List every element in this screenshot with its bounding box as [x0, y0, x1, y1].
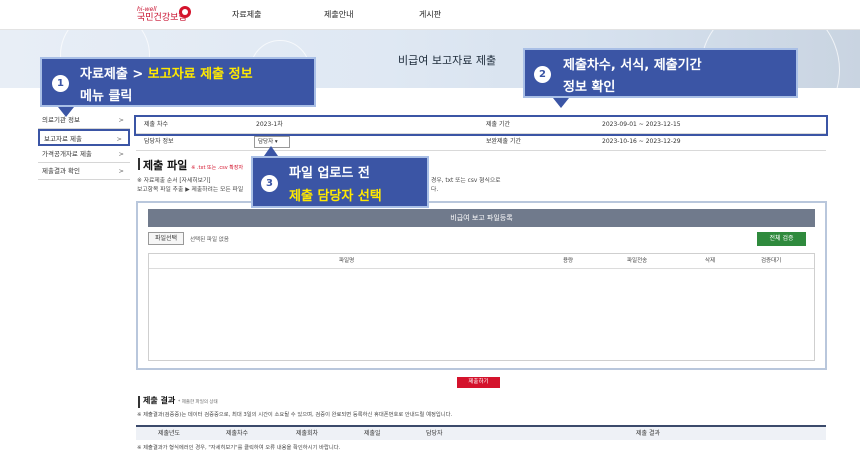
- step-number-badge: 3: [261, 175, 278, 192]
- sidebar-item-price-disclosure[interactable]: 가격공개자료 제출 >: [38, 146, 130, 163]
- column-header-transfer: 파일전송: [627, 258, 648, 264]
- info-label-manager: 담당자 정보: [144, 138, 174, 145]
- chevron-right-icon: >: [118, 116, 124, 124]
- sidebar-menu: 의료기관 정보 > 보고자료 제출 > 가격공개자료 제출 > 제출결과 확인 …: [38, 112, 130, 180]
- info-row-manager: 담당자 정보 담당자 ▾ 보완제출 기간 2023-10-16 ~ 2023-1…: [136, 134, 826, 151]
- chevron-right-icon: >: [118, 150, 124, 158]
- info-label-period: 제출 기간: [486, 121, 510, 128]
- info-value-period: 2023-09-01 ~ 2023-12-15: [602, 121, 681, 128]
- callout-line: 제출차수, 서식, 제출기간: [563, 58, 702, 73]
- result-section-note: * 제출한 파일의 상태: [178, 400, 218, 405]
- column-header-delete: 삭제: [705, 258, 716, 264]
- callout-line: 파일 업로드 전: [289, 166, 370, 181]
- submit-button[interactable]: 제출하기: [457, 377, 500, 388]
- callout-pointer: [58, 107, 74, 117]
- file-section-note: ※ .txt 또는 .csv 확장자: [191, 165, 244, 171]
- step-number-badge: 1: [52, 75, 69, 92]
- file-section-desc: ※ 자료제출 순서 [자세히보기] 보고항목 파일 추출 ▶ 제출하려는 모든 …: [137, 178, 244, 193]
- callout-line: 제출 담당자 선택: [289, 189, 382, 204]
- sidebar-item-label: 의료기관 정보: [42, 116, 80, 124]
- callout-pointer: [553, 98, 569, 108]
- logo-mark-icon: [179, 6, 191, 18]
- info-value-supplement-period: 2023-10-16 ~ 2023-12-29: [602, 138, 681, 145]
- info-value-round: 2023-1차: [256, 121, 283, 128]
- file-select-button[interactable]: 파일선택: [148, 232, 184, 245]
- table-divider: [149, 268, 814, 269]
- step-number-badge: 2: [534, 66, 551, 83]
- top-navigation-bar: hi-well 국민건강보험 자료제출 제출안내 게시판: [0, 0, 860, 30]
- column-header-verify-wait: 검증대기: [761, 258, 782, 264]
- nav-item-submission-guide[interactable]: 제출안내: [324, 9, 353, 20]
- sidebar-item-label: 보고자료 제출: [44, 135, 82, 143]
- column-header-size: 용량: [563, 258, 574, 264]
- callout-step-3: 3 파일 업로드 전 제출 담당자 선택: [251, 156, 429, 208]
- result-section-desc: ※ 제출결과(검증중)는 데이터 검증중으로, 최대 3일의 시간이 소요될 수…: [137, 412, 453, 418]
- nav-item-board[interactable]: 게시판: [419, 9, 441, 20]
- page-title: 비급여 보고자료 제출: [398, 54, 497, 67]
- verify-all-button[interactable]: 전체 검증: [757, 232, 806, 246]
- sidebar-item-label: 제출결과 확인: [42, 167, 80, 175]
- info-label-round: 제출 차수: [144, 121, 168, 128]
- column-header-manager: 담당자: [426, 430, 443, 437]
- file-section-desc-tail: 경우, txt 또는 csv 형식으로 다.: [431, 178, 501, 193]
- sidebar-item-institution-info[interactable]: 의료기관 정보 >: [38, 112, 130, 129]
- result-table-header: 제출년도 제출차수 제출회차 제출일 담당자 제출 결과: [136, 425, 826, 440]
- sidebar-item-report-submission[interactable]: 보고자료 제출 >: [38, 129, 130, 146]
- info-label-supplement-period: 보완제출 기간: [486, 138, 522, 145]
- callout-line: 정보 확인: [563, 80, 616, 95]
- sidebar-item-result-check[interactable]: 제출결과 확인 >: [38, 163, 130, 180]
- submission-info-table: 제출 차수 2023-1차 제출 기간 2023-09-01 ~ 2023-12…: [134, 115, 828, 151]
- column-header-count: 제출회차: [296, 430, 319, 437]
- nav-item-data-submission[interactable]: 자료제출: [232, 9, 261, 20]
- callout-step-1: 1 자료제출 > 보고자료 제출 정보 메뉴 클릭: [40, 57, 316, 107]
- info-row-period: 제출 차수 2023-1차 제출 기간 2023-09-01 ~ 2023-12…: [134, 115, 828, 136]
- column-header-round: 제출차수: [226, 430, 249, 437]
- column-header-date: 제출일: [364, 430, 381, 437]
- callout-line: 메뉴 클릭: [80, 89, 133, 104]
- callout-line: 자료제출 > 보고자료 제출 정보: [80, 67, 253, 82]
- file-list-table: 파일명 용량 파일전송 삭제 검증대기: [148, 253, 815, 361]
- column-header-result: 제출 결과: [636, 430, 660, 437]
- result-section-footer: ※ 제출결과가 형식에러인 경우, "자세히보기"를 클릭하여 오류 내용을 확…: [137, 445, 341, 451]
- file-section-title: 제출 파일 ※ .txt 또는 .csv 확장자: [137, 158, 244, 172]
- result-section-title: 제출 결과 * 제출한 파일의 상태: [138, 396, 218, 408]
- file-upload-panel: 비급여 보고 파일등록 파일선택 선택된 파일 없음 전체 검증 파일명 용량 …: [136, 201, 827, 370]
- callout-step-2: 2 제출차수, 서식, 제출기간 정보 확인: [523, 48, 798, 98]
- column-header-filename: 파일명: [339, 258, 355, 264]
- callout-pointer: [264, 146, 278, 156]
- column-header-year: 제출년도: [158, 430, 181, 437]
- sidebar-item-label: 가격공개자료 제출: [42, 150, 92, 158]
- chevron-right-icon: >: [118, 167, 124, 175]
- upload-panel-header: 비급여 보고 파일등록: [148, 209, 815, 227]
- file-select-status: 선택된 파일 없음: [190, 237, 229, 243]
